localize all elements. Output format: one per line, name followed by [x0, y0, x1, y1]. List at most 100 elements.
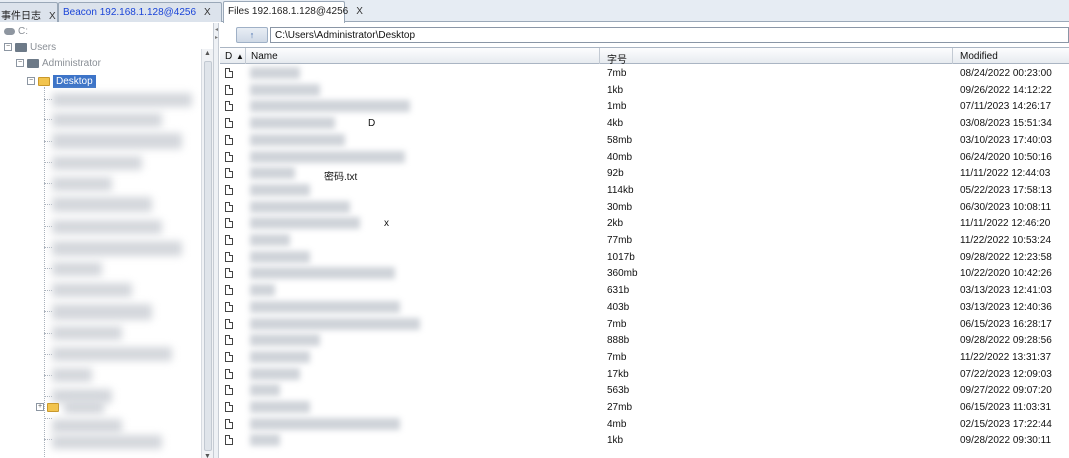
redacted-tree-item: [52, 283, 132, 297]
column-header-name[interactable]: Name: [251, 51, 278, 62]
redacted-file-name: [250, 200, 350, 213]
table-row[interactable]: 631b 03/13/2023 12:41:03: [220, 282, 1069, 299]
table-row[interactable]: 1kb 09/28/2022 09:30:11: [220, 432, 1069, 449]
column-divider[interactable]: [245, 48, 246, 64]
splitter-grip-icon[interactable]: ◂: [215, 26, 218, 33]
file-size: 403b: [607, 301, 630, 313]
column-header-type[interactable]: D: [225, 51, 232, 62]
table-row[interactable]: 360mb 10/22/2020 10:42:26: [220, 265, 1069, 282]
file-size: 92b: [607, 168, 624, 180]
table-row[interactable]: 77mb 11/22/2022 10:53:24: [220, 232, 1069, 249]
file-modified: 07/11/2023 14:26:17: [960, 101, 1052, 113]
scroll-thumb[interactable]: [204, 61, 212, 451]
tree-guide-line: [44, 141, 52, 142]
tree-item-label: Users: [30, 41, 57, 53]
scroll-up-arrow-icon[interactable]: ▲: [204, 50, 211, 57]
tree-vertical-scrollbar[interactable]: ▲ ▼: [201, 49, 213, 458]
redacted-file-name: [250, 183, 310, 196]
table-row[interactable]: 7mb 11/22/2022 13:31:37: [220, 349, 1069, 366]
folder-tree[interactable]: C: − Users − Administrator − Desktop + ▲…: [0, 23, 214, 458]
table-row[interactable]: 403b 03/13/2023 12:40:36: [220, 299, 1069, 316]
splitter-grip-icon[interactable]: ▸: [215, 34, 218, 41]
table-row[interactable]: 27mb 06/15/2023 11:03:31: [220, 399, 1069, 416]
tree-item-administrator[interactable]: − Administrator: [16, 56, 101, 70]
file-size: 77mb: [607, 235, 633, 246]
table-row[interactable]: 114kb 05/22/2023 17:58:13: [220, 182, 1069, 199]
file-modified: 11/22/2022 10:53:24: [960, 235, 1052, 246]
table-row[interactable]: D 4kb 03/08/2023 15:51:34: [220, 115, 1069, 132]
file-modified: 11/11/2022 12:46:20: [960, 218, 1051, 230]
tree-guide-line: [44, 268, 52, 269]
file-size: 631b: [607, 285, 630, 297]
redacted-tree-item: [52, 197, 152, 212]
file-size: 4kb: [607, 118, 624, 130]
up-folder-icon: ↑: [249, 30, 255, 40]
tab-close-button[interactable]: X: [356, 6, 363, 17]
tab-files[interactable]: Files 192.168.1.128@4256 X: [223, 1, 363, 23]
redacted-tree-item: [52, 326, 122, 340]
redacted-file-name: [250, 284, 275, 297]
redacted-tree-item: [52, 177, 112, 191]
up-folder-button[interactable]: ↑: [236, 27, 268, 43]
file-icon: [225, 402, 233, 412]
table-row[interactable]: 17kb 07/22/2023 12:09:03: [220, 366, 1069, 383]
folder-icon: [38, 76, 50, 86]
table-row[interactable]: 密码.txt 92b 11/11/2022 12:44:03: [220, 165, 1069, 183]
collapse-icon[interactable]: −: [16, 59, 24, 67]
file-modified: 02/15/2023 17:22:44: [960, 418, 1052, 430]
collapse-icon[interactable]: −: [4, 43, 12, 51]
tab-beacon[interactable]: Beacon 192.168.1.128@4256 X: [58, 2, 222, 22]
column-divider[interactable]: [952, 48, 953, 64]
tree-item-drive[interactable]: C:: [4, 24, 28, 38]
file-size: 1kb: [607, 84, 624, 96]
table-row[interactable]: 58mb 03/10/2023 17:40:03: [220, 132, 1069, 149]
redacted-file-name: [250, 267, 395, 280]
table-row[interactable]: 40mb 06/24/2020 10:50:16: [220, 149, 1069, 166]
tab-close-button[interactable]: X: [204, 7, 211, 18]
redacted-file-name: [250, 367, 300, 380]
tree-item-users[interactable]: − Users: [4, 40, 56, 54]
panel-splitter[interactable]: ◂ ▸: [214, 23, 219, 458]
tree-guide-line: [44, 99, 52, 100]
tree-guide-line: [44, 204, 52, 205]
expand-icon[interactable]: +: [36, 403, 44, 411]
table-row[interactable]: 563b 09/27/2022 09:07:20: [220, 382, 1069, 399]
redacted-tree-item: [52, 241, 182, 256]
tree-item-label: Desktop: [53, 74, 96, 88]
path-input[interactable]: [270, 27, 1069, 43]
table-row[interactable]: 1kb 09/26/2022 14:12:22: [220, 82, 1069, 99]
table-row[interactable]: 4mb 02/15/2023 17:22:44: [220, 416, 1069, 433]
table-row[interactable]: 888b 09/28/2022 09:28:56: [220, 332, 1069, 349]
tab-close-button[interactable]: X: [49, 11, 56, 22]
scroll-down-arrow-icon[interactable]: ▼: [204, 453, 211, 458]
redacted-tree-item: [52, 262, 102, 276]
file-icon: [225, 285, 233, 296]
table-row[interactable]: x 2kb 11/11/2022 12:46:20: [220, 215, 1069, 232]
table-row[interactable]: 7mb 08/24/2022 00:23:00: [220, 65, 1069, 82]
file-modified: 10/22/2020 10:42:26: [960, 268, 1052, 280]
column-header-size[interactable]: 字号: [607, 51, 627, 66]
column-header-modified[interactable]: Modified: [960, 51, 998, 62]
tab-event-log[interactable]: 事件日志 X: [0, 2, 58, 22]
collapse-icon[interactable]: −: [27, 77, 35, 85]
tree-guide-line: [44, 354, 52, 355]
column-divider[interactable]: [599, 48, 600, 64]
sort-ascending-icon[interactable]: ▲: [236, 52, 244, 61]
file-modified: 09/28/2022 09:28:56: [960, 335, 1052, 347]
file-modified: 03/08/2023 15:51:34: [960, 118, 1052, 130]
redacted-file-name: [250, 83, 320, 96]
redacted-file-name: [250, 334, 320, 347]
tree-item-desktop[interactable]: − Desktop: [27, 74, 96, 88]
table-row[interactable]: 1017b 09/28/2022 12:23:58: [220, 249, 1069, 266]
table-row[interactable]: 7mb 06/15/2023 16:28:17: [220, 316, 1069, 333]
file-modified: 06/24/2020 10:50:16: [960, 151, 1052, 163]
tree-item-collapsed-folder[interactable]: +: [36, 400, 62, 414]
table-row[interactable]: 30mb 06/30/2023 10:08:11: [220, 199, 1069, 216]
tree-item-label: C:: [18, 25, 28, 37]
tree-guide-line: [44, 396, 52, 397]
file-icon: [225, 385, 233, 396]
table-row[interactable]: 1mb 07/11/2023 14:26:17: [220, 98, 1069, 115]
redacted-file-name: [250, 167, 295, 180]
redacted-file-name: [250, 133, 345, 146]
file-icon: [225, 318, 233, 329]
